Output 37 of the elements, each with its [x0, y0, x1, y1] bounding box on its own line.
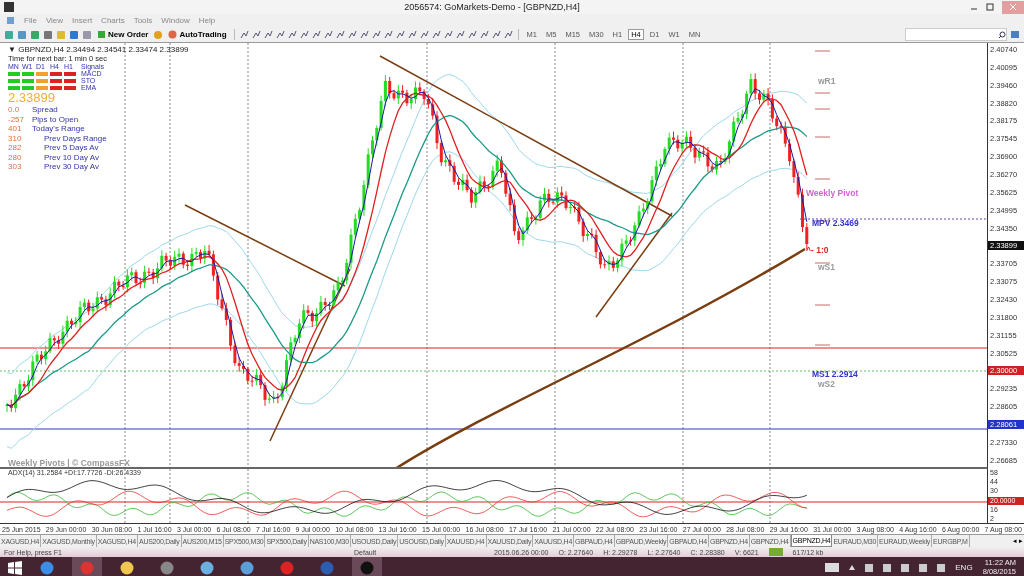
- keyboard-icon[interactable]: [825, 563, 840, 572]
- current-price: 2.33899: [8, 91, 56, 105]
- stat-label: Prev 5 Days Av: [44, 143, 99, 153]
- app-icon: [4, 2, 14, 12]
- chart-ohlc: 2.34494 2.34541 2.33474 2.33899: [66, 45, 189, 54]
- stat-value: 0.0: [8, 105, 21, 115]
- language-indicator[interactable]: ENG: [955, 563, 973, 572]
- stat-value: 303: [8, 162, 23, 172]
- search-icon: [998, 30, 1006, 39]
- collapse-toggle[interactable]: ▼: [8, 45, 16, 54]
- chart-symbol: GBPNZD,H4: [18, 45, 64, 54]
- chart-label: MS1 2.2914: [812, 369, 858, 379]
- search-field[interactable]: [905, 28, 1007, 41]
- stat-label: Today's Range: [32, 124, 85, 134]
- chart-label: Weekly Pivot: [806, 188, 859, 198]
- stat-label: Prev 10 Day Av: [44, 152, 99, 162]
- autotrading-button[interactable]: AutoTrading: [166, 30, 229, 39]
- stat-value: 280: [8, 152, 23, 162]
- stat-value: -257: [8, 114, 25, 124]
- caret-icon[interactable]: [849, 565, 856, 570]
- chart-label: wR1: [818, 76, 836, 86]
- new-order-button[interactable]: New Order: [95, 30, 151, 39]
- stat-label: Spread: [32, 105, 58, 115]
- close-icon: [1009, 3, 1017, 11]
- chart-label: wS1: [818, 262, 835, 272]
- chart-label: ^- 1:0: [806, 245, 829, 255]
- chart-label: wS2: [818, 379, 835, 389]
- stat-label: Prev Days Range: [44, 133, 107, 143]
- chart-label: MPV 2.3469: [812, 218, 859, 228]
- stat-value: 282: [8, 143, 23, 153]
- window-title: 2056574: GoMarkets-Demo - [GBPNZD,H4]: [403, 2, 581, 12]
- maximize-icon[interactable]: [986, 3, 994, 11]
- stat-value: 310: [8, 133, 23, 143]
- stat-value: 401: [8, 124, 23, 134]
- stat-label: Prev 30 Day Av: [44, 162, 99, 172]
- windows-logo-icon[interactable]: [8, 560, 22, 575]
- stat-label: Pips to Open: [32, 114, 79, 124]
